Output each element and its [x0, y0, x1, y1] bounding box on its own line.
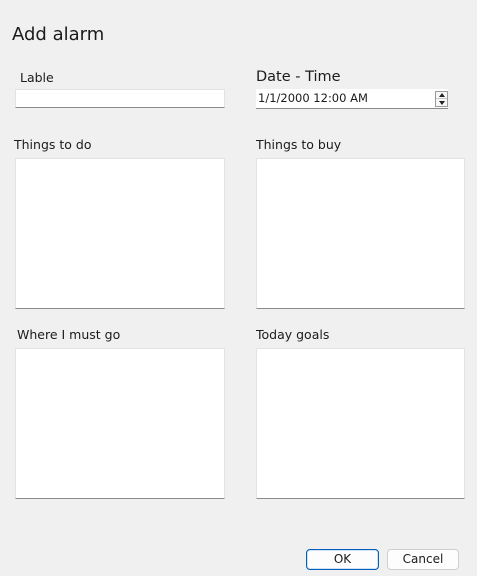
things-to-buy-label: Things to buy	[256, 137, 342, 152]
things-to-buy-textarea[interactable]	[256, 158, 465, 309]
today-goals-label: Today goals	[256, 327, 330, 342]
chevron-down-icon	[438, 100, 445, 105]
spin-down-button[interactable]	[436, 99, 447, 106]
chevron-up-icon	[438, 93, 445, 97]
where-i-must-go-label: Where I must go	[17, 327, 121, 342]
datetime-spinner	[435, 91, 448, 107]
datetime-field-label: Date - Time	[256, 69, 341, 85]
today-goals-textarea[interactable]	[256, 348, 465, 499]
label-input[interactable]	[15, 89, 225, 108]
datetime-picker[interactable]: 1/1/2000 12:00 AM	[256, 89, 448, 109]
things-to-do-textarea[interactable]	[15, 158, 225, 309]
spin-up-button[interactable]	[436, 92, 447, 99]
datetime-value: 1/1/2000 12:00 AM	[258, 91, 368, 105]
things-to-do-label: Things to do	[14, 137, 92, 152]
where-i-must-go-textarea[interactable]	[15, 348, 225, 499]
dialog-title: Add alarm	[12, 24, 105, 45]
cancel-button[interactable]: Cancel	[387, 549, 459, 570]
label-field-label: Lable	[20, 70, 54, 85]
ok-button[interactable]: OK	[306, 549, 379, 570]
